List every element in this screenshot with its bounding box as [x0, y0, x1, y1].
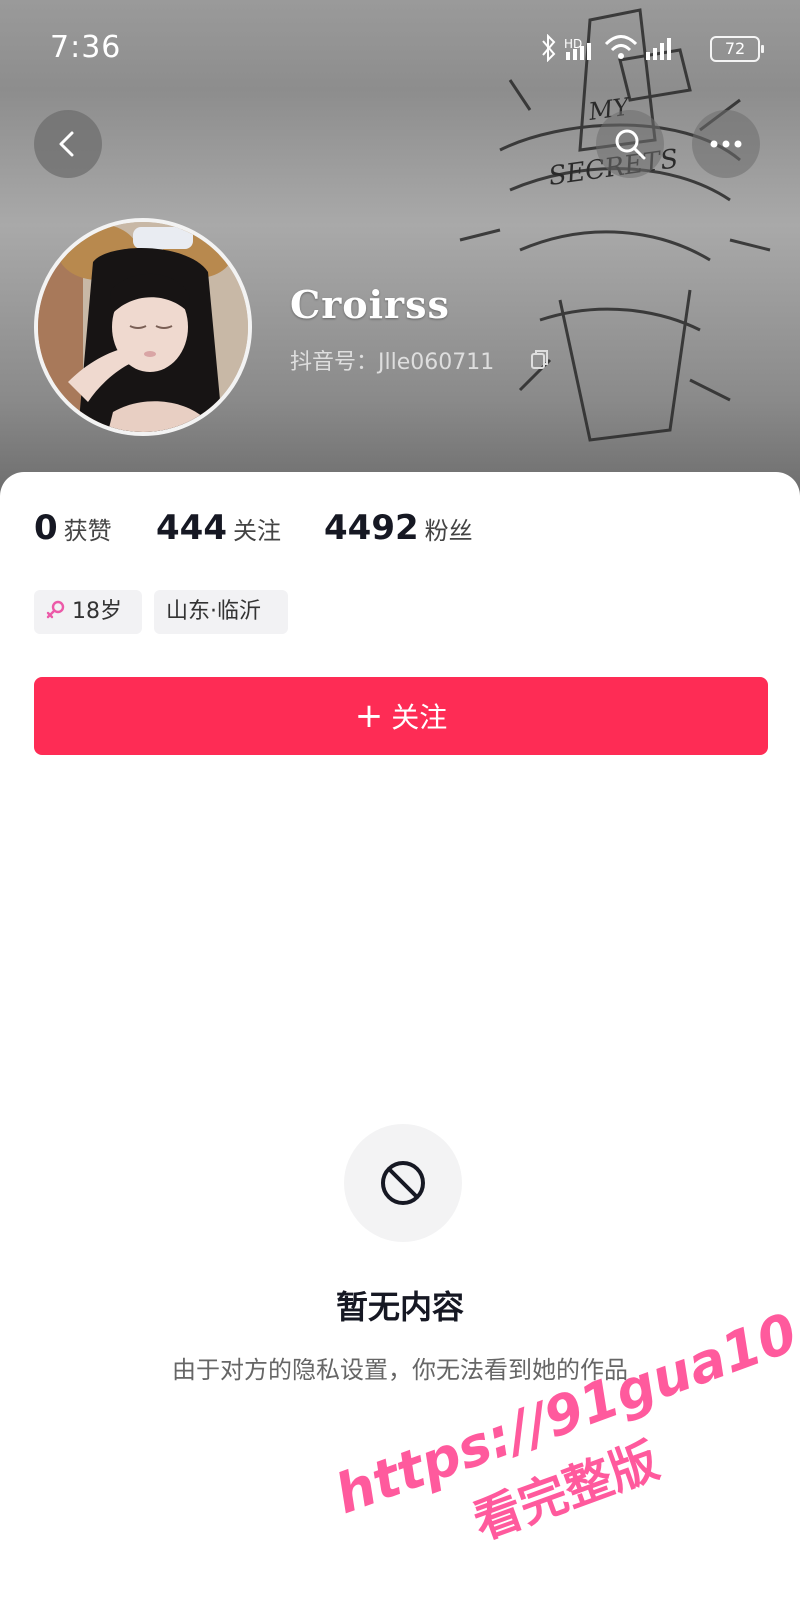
stat-followers[interactable]: 4492 粉丝 [324, 508, 473, 548]
avatar[interactable] [34, 218, 252, 436]
svg-text:HD: HD [564, 37, 582, 51]
wifi-icon [604, 35, 638, 59]
network-icon: HD [564, 37, 591, 60]
tag-location: 山东·临沂 [154, 590, 288, 634]
bluetooth-icon [542, 34, 556, 62]
profile-card: 0 获赞 444 关注 4492 粉丝 18岁 山东·临沂 + 关注 [0, 472, 800, 1598]
stat-following-label: 关注 [232, 517, 281, 545]
follow-button[interactable]: + 关注 [34, 677, 768, 755]
empty-state-title: 暂无内容 [335, 1288, 464, 1326]
stat-likes-label: 获赞 [63, 517, 112, 545]
profile-header: MY SECRETS 7:36 HD 72 [0, 0, 800, 500]
stat-following-value: 444 [156, 508, 227, 548]
more-button[interactable] [692, 110, 760, 178]
female-icon [46, 600, 65, 619]
stat-followers-label: 粉丝 [424, 517, 473, 545]
status-icons: HD 72 [540, 34, 764, 64]
empty-state-description: 由于对方的隐私设置，你无法看到她的作品 [172, 1356, 628, 1384]
signal-icon [646, 38, 671, 60]
stat-likes[interactable]: 0 获赞 [34, 508, 112, 548]
tag-age: 18岁 [34, 590, 142, 634]
battery-indicator: 72 [710, 36, 764, 62]
nickname: Croirss [290, 282, 450, 327]
stat-following[interactable]: 444 关注 [156, 508, 281, 548]
avatar-image [38, 222, 248, 432]
douyin-id: 抖音号：Jlle060711 [290, 350, 495, 375]
forbidden-icon [381, 1161, 425, 1205]
more-icon [710, 140, 742, 148]
chevron-left-icon [59, 131, 74, 157]
tag-location-label: 山东·临沂 [166, 599, 261, 624]
search-icon [615, 129, 646, 160]
tag-age-label: 18岁 [72, 599, 122, 624]
search-button[interactable] [596, 110, 664, 178]
back-button[interactable] [34, 110, 102, 178]
status-bar: 7:36 HD 72 [0, 0, 800, 100]
status-time: 7:36 [50, 30, 122, 65]
copy-icon[interactable] [530, 348, 550, 370]
stat-likes-value: 0 [34, 508, 58, 548]
plus-icon: + [354, 696, 384, 736]
empty-state-icon-wrap [344, 1124, 462, 1242]
follow-button-label: 关注 [391, 701, 448, 734]
stat-followers-value: 4492 [324, 508, 419, 548]
